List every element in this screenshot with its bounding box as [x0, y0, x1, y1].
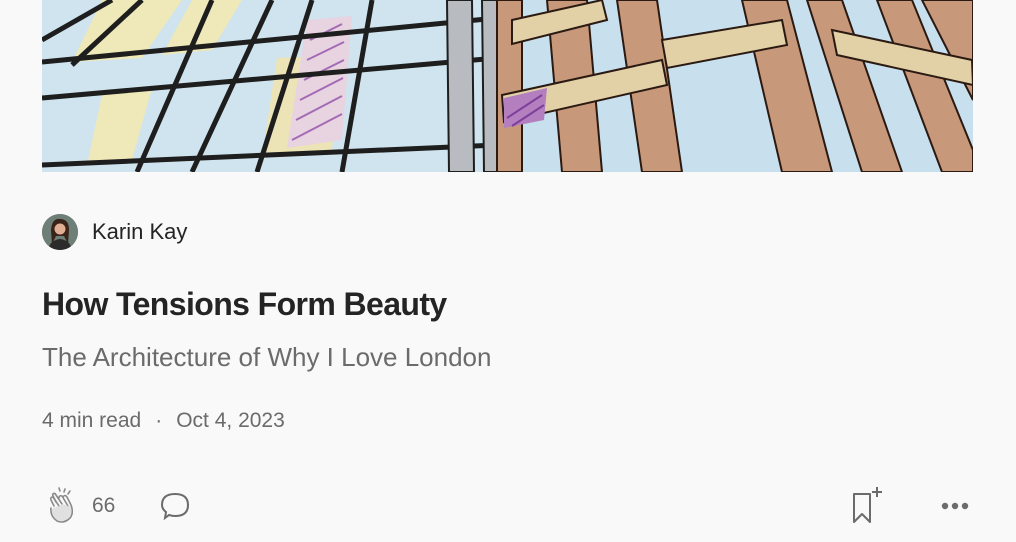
clap-icon — [49, 487, 74, 523]
author-name[interactable]: Karin Kay — [92, 219, 187, 245]
article-title[interactable]: How Tensions Form Beauty — [42, 286, 447, 323]
meta-separator: · — [155, 409, 163, 432]
author-row[interactable]: Karin Kay — [42, 214, 187, 250]
bookmark-add-icon — [853, 487, 882, 523]
hero-illustration[interactable] — [42, 0, 973, 172]
article-subtitle[interactable]: The Architecture of Why I Love London — [42, 342, 491, 373]
publish-date: Oct 4, 2023 — [176, 409, 285, 432]
article-meta: 4 min read · Oct 4, 2023 — [42, 409, 285, 433]
more-icon — [941, 502, 969, 510]
clap-button[interactable]: 66 — [42, 484, 115, 528]
avatar[interactable] — [42, 214, 78, 250]
read-time: 4 min read — [42, 409, 142, 432]
bookmark-button[interactable] — [847, 484, 887, 528]
action-bar: 66 — [42, 484, 973, 528]
building-illustration — [42, 0, 973, 172]
response-bubble-icon — [160, 492, 190, 521]
avatar-photo — [42, 214, 78, 250]
more-button[interactable] — [937, 484, 973, 528]
clap-count: 66 — [92, 494, 116, 517]
response-button[interactable] — [157, 484, 193, 528]
